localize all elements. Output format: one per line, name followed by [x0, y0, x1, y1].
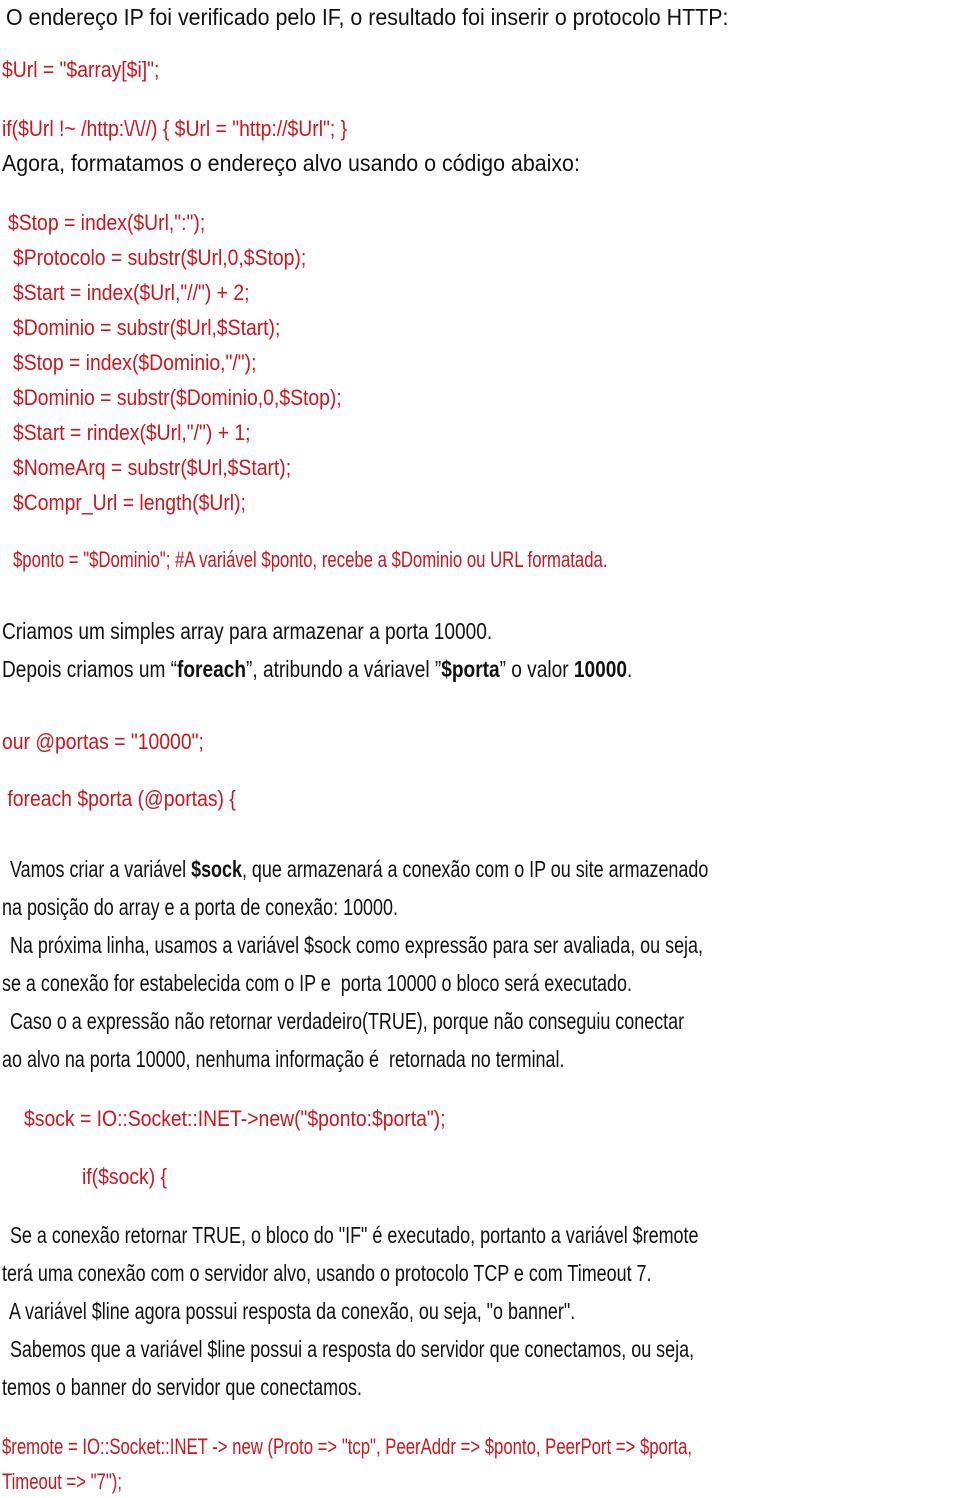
remote-paragraph-line: Se a conexão retornar TRUE, o bloco do "…	[0, 1222, 699, 1248]
array-paragraph-line: Criamos um simples array para armazenar …	[2, 618, 493, 644]
code-url-assign: $Url = "$array[$i]";	[2, 57, 160, 82]
code-line: $Stop = index($Url,":");	[8, 210, 206, 235]
sock-paragraph-line: Na próxima linha, usamos a variável $soc…	[0, 932, 703, 958]
text-segment: ” o valor	[499, 656, 574, 682]
code-our-portas: our @portas = "10000";	[2, 729, 204, 754]
sock-paragraph-line: ao alvo na porta 10000, nenhuma informaç…	[2, 1046, 565, 1072]
text-segment: Depois criamos um “	[2, 656, 178, 682]
code-line: $Protocolo = substr($Url,0,$Stop);	[13, 245, 307, 270]
text-segment: Vamos criar a variável	[0, 856, 192, 882]
remote-paragraph-line: temos o banner do servidor que conectamo…	[2, 1374, 363, 1400]
foreach-paragraph-line: Depois criamos um “foreach”, atribundo a…	[2, 658, 632, 681]
code-line: $Start = index($Url,"//") + 2;	[13, 280, 250, 305]
remote-paragraph-line: Sabemos que a variável $line possui a re…	[0, 1336, 695, 1362]
code-remote-new: $remote = IO::Socket::INET -> new (Proto…	[2, 1434, 693, 1459]
code-ponto-assign: $ponto = "$Dominio"; #A variável $ponto,…	[13, 547, 608, 572]
code-line: $Dominio = substr($Url,$Start);	[13, 315, 281, 340]
sock-paragraph-line: Vamos criar a variável $sock, que armaze…	[0, 858, 708, 881]
keyword-foreach: foreach	[177, 656, 247, 682]
keyword-sock: $sock	[191, 856, 242, 882]
code-line: $Compr_Url = length($Url);	[13, 490, 246, 515]
sock-paragraph-line: se a conexão for estabelecida com o IP e…	[2, 970, 632, 996]
sock-paragraph-line: na posição do array e a porta de conexão…	[2, 894, 398, 920]
code-line: $Start = rindex($Url,"/") + 1;	[13, 420, 251, 445]
keyword-porta: $porta	[441, 656, 500, 682]
code-url-http-check: if($Url !~ /http:\/\//) { $Url = "http:/…	[2, 116, 348, 141]
text-segment: , que armazenará a conexão com o IP ou s…	[241, 856, 709, 882]
code-remote-timeout: Timeout => "7");	[2, 1469, 122, 1494]
code-line: $Stop = index($Dominio,"/");	[13, 350, 257, 375]
format-intro-text: Agora, formatamos o endereço alvo usando…	[2, 150, 580, 176]
code-line: $NomeArq = substr($Url,$Start);	[13, 455, 292, 480]
value-10000: 10000	[573, 656, 627, 682]
code-if-sock: if($sock) {	[82, 1164, 168, 1189]
text-segment: .	[626, 656, 633, 682]
remote-paragraph-line: A variável $line agora possui resposta d…	[0, 1298, 576, 1324]
remote-paragraph-line: terá uma conexão com o servidor alvo, us…	[2, 1260, 652, 1286]
text-segment: ”, atribundo a váriavel ”	[246, 656, 442, 682]
code-sock-new: $sock = IO::Socket::INET->new("$ponto:$p…	[24, 1106, 446, 1131]
intro-paragraph: O endereço IP foi verificado pelo IF, o …	[0, 4, 729, 30]
code-line: $Dominio = substr($Dominio,0,$Stop);	[13, 385, 342, 410]
sock-paragraph-line: Caso o a expressão não retornar verdadei…	[0, 1008, 685, 1034]
code-foreach-portas: foreach $porta (@portas) {	[2, 786, 236, 811]
